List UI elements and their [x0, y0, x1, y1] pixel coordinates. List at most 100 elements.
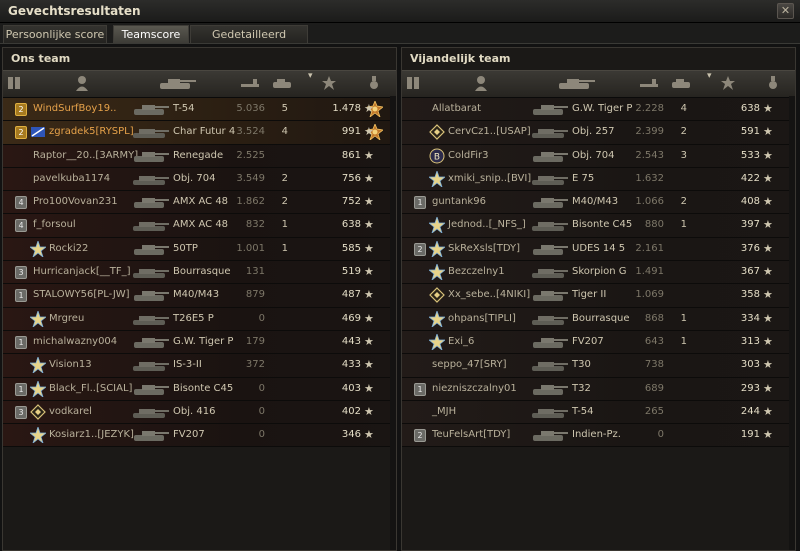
vehicle-column-icon	[160, 79, 196, 89]
ally-player-row[interactable]: 3 Hurricanjack[__TF_] Bourrasque 131 519 ★	[3, 261, 396, 285]
tank-icon	[532, 129, 568, 139]
star-icon: ★	[763, 265, 773, 279]
ally-team-panel: Ons team ▾ 2 WindSurfBoy19.. T-54 5.036 5 1.4…	[2, 47, 397, 551]
experience-value: 638	[740, 103, 760, 114]
kills-value	[278, 261, 288, 283]
star-icon: ★	[364, 218, 374, 232]
ally-player-row[interactable]: 4 f_forsoul AMX AC 48 832 1 638 ★	[3, 214, 396, 238]
tab-team-score[interactable]: Teamscore	[113, 25, 189, 44]
ally-player-row[interactable]: pavelkuba1174 Obj. 704 3.549 2 756 ★	[3, 167, 396, 192]
player-name: vodkarel	[49, 405, 92, 417]
ally-player-row[interactable]: Vision13 IS-3-II 372 433 ★	[3, 354, 396, 378]
damage-value: 880	[644, 219, 664, 231]
kills-value: 4	[680, 103, 687, 114]
platoon-badge: 2	[414, 242, 426, 256]
damage-value: 1.491	[635, 266, 664, 278]
ally-player-row[interactable]: 4 Pro100Vovan231 AMX AC 48 1.862 2 752 ★	[3, 191, 396, 215]
achievement-star-icon	[429, 217, 445, 234]
star-icon: ★	[364, 311, 374, 325]
enemy-player-row[interactable]: 1 guntank96 M40/M43 1.066 2 408 ★	[402, 191, 795, 215]
scrollbar[interactable]	[390, 96, 396, 550]
enemy-player-row[interactable]: Xx_sebe..[4NIKI] Tiger II 1.069 358 ★	[402, 284, 795, 308]
close-icon[interactable]: ✕	[777, 3, 794, 19]
star-icon: ★	[364, 265, 374, 279]
ally-player-row[interactable]: 1 michalwazny004 G.W. Tiger P 179 443 ★	[3, 330, 396, 355]
enemy-player-row[interactable]: CervCz1..[USAP] Obj. 257 2.399 2 591 ★	[402, 121, 795, 145]
enemy-player-row[interactable]: 2 SkReXsls[TDY] UDES 14 5 2.161 376 ★	[402, 237, 795, 262]
damage-value: 1.069	[635, 289, 664, 301]
damage-value: 643	[644, 335, 664, 347]
vehicle-name: Bisonte C45	[572, 219, 633, 231]
damage-value: 2.228	[635, 103, 664, 114]
kills-value	[677, 284, 687, 306]
kills-value	[677, 378, 687, 400]
player-name: Rocki22	[49, 242, 89, 254]
star-icon: ★	[364, 358, 374, 372]
vehicle-name: G.W. Tiger P	[173, 335, 234, 347]
kills-value	[677, 238, 687, 260]
tank-icon	[133, 129, 169, 139]
kills-value: 1	[281, 219, 288, 231]
player-name: Kosiarz1..[JEZYK]	[49, 429, 134, 441]
vehicle-name: Char Futur 4	[173, 126, 236, 138]
damage-value: 0	[258, 429, 265, 441]
ally-player-row[interactable]: 2 WindSurfBoy19.. T-54 5.036 5 1.478 ★	[3, 98, 396, 122]
damage-value: 2.525	[236, 149, 265, 161]
tab-personal-score[interactable]: Persoonlijke score	[3, 25, 107, 44]
enemy-team-list: Allatbarat G.W. Tiger P 2.228 4 638 ★ CervCz1.…	[402, 98, 795, 448]
kills-value: 4	[281, 126, 288, 138]
enemy-player-row[interactable]: xmiki_snip..[BVI] E 75 1.632 422 ★	[402, 167, 795, 192]
achievement-diamond-icon	[30, 404, 46, 420]
achievement-star-icon	[429, 333, 445, 350]
enemy-player-row[interactable]: B ColdFir3 Obj. 704 2.543 3 533 ★	[402, 144, 795, 168]
ally-player-row[interactable]: 2 zgradek5[RYSPL] Char Futur 4 3.524 4 991 ★	[3, 121, 396, 145]
scrollbar[interactable]	[789, 96, 795, 550]
enemy-player-row[interactable]: Bezczelny1 Skorpion G 1.491 367 ★	[402, 261, 795, 285]
vehicle-name: Tiger II	[572, 289, 607, 301]
enemy-player-row[interactable]: _MJH T-54 265 244 ★	[402, 400, 795, 425]
damage-value: 0	[258, 382, 265, 394]
enemy-player-row[interactable]: 2 TeuFelsArt[TDY] Indien-Pz. 0 191 ★	[402, 424, 795, 448]
star-icon: ★	[763, 334, 773, 348]
enemy-player-row[interactable]: ohpans[TIPLI] Bourrasque 868 1 334 ★	[402, 307, 795, 331]
enemy-player-row[interactable]: Exi_6 FV207 643 1 313 ★	[402, 330, 795, 355]
medal-column-icon	[370, 76, 378, 89]
vehicle-name: Indien-Pz.	[572, 429, 621, 441]
enemy-player-row[interactable]: Jednod..[_NFS_] Bisonte C45 880 1 397 ★	[402, 214, 795, 238]
experience-value: 469	[341, 312, 361, 324]
player-name: Raptor__20..[3ARMY]	[33, 149, 139, 161]
vehicle-name: IS-3-II	[173, 359, 202, 371]
player-name: _MJH	[432, 405, 457, 417]
kills-value: 1	[680, 219, 687, 231]
player-name: f_forsoul	[33, 219, 76, 231]
star-icon: ★	[763, 358, 773, 372]
tank-icon	[133, 408, 169, 418]
achievement-star-icon	[429, 240, 445, 257]
achievement-star-icon	[30, 427, 46, 444]
vehicle-name: Bisonte C45	[173, 382, 234, 394]
experience-value: 533	[740, 149, 760, 161]
ally-column-header: ▾	[3, 70, 396, 98]
experience-value: 293	[740, 382, 760, 394]
tab-detailed-report[interactable]: Gedetailleerd rapport	[190, 25, 308, 59]
ally-player-row[interactable]: 1 Black_Fl..[SCIAL] Bisonte C45 0 403 ★	[3, 377, 396, 401]
enemy-player-row[interactable]: seppo_47[SRY] T30 738 303 ★	[402, 354, 795, 378]
tank-icon	[134, 198, 169, 209]
enemy-player-row[interactable]: Allatbarat G.W. Tiger P 2.228 4 638 ★	[402, 98, 795, 122]
star-icon: ★	[364, 148, 374, 162]
ally-team-list: 2 WindSurfBoy19.. T-54 5.036 5 1.478 ★ 2 zgradek…	[3, 98, 396, 448]
kills-column-icon	[672, 79, 690, 88]
vehicle-name: UDES 14 5	[572, 242, 626, 254]
ally-player-row[interactable]: Raptor__20..[3ARMY] Renegade 2.525 861 ★	[3, 144, 396, 168]
kills-value	[278, 331, 288, 353]
experience-value: 334	[740, 312, 760, 324]
ally-player-row[interactable]: 3 vodkarel Obj. 416 0 402 ★	[3, 400, 396, 425]
experience-value: 1.478	[332, 103, 361, 114]
ally-player-row[interactable]: Mrgreu T26E5 P 0 469 ★	[3, 307, 396, 331]
ally-player-row[interactable]: Kosiarz1..[JEZYK] FV207 0 346 ★	[3, 424, 396, 448]
enemy-player-row[interactable]: 1 niezniszczalny01 T32 689 293 ★	[402, 377, 795, 401]
enemy-team-title: Vijandelijk team	[410, 52, 511, 65]
ally-player-row[interactable]: 1 STALOWY56[PL-JW] M40/M43 879 487 ★	[3, 284, 396, 308]
ally-player-row[interactable]: Rocki22 50TP 1.001 1 585 ★	[3, 237, 396, 262]
damage-value: 868	[644, 312, 664, 324]
